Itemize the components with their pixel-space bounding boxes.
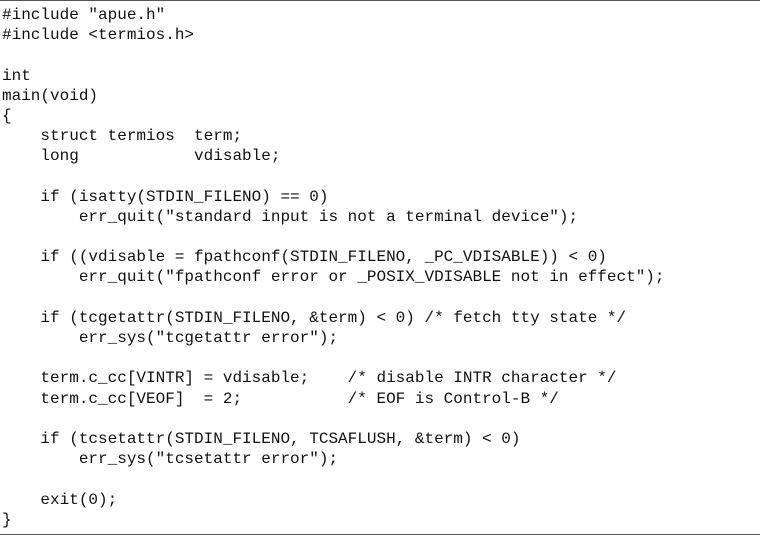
code-line-17: err_sys("tcgetattr error");	[2, 329, 339, 347]
code-line-10: if (isatty(STDIN_FILENO) == 0)	[2, 187, 329, 206]
code-line-26: }	[2, 510, 12, 529]
code-line-20: term.c_cc[VEOF] = 2; /* EOF is Control-B…	[2, 389, 559, 408]
code-line-8: long vdisable;	[2, 147, 281, 166]
code-line-16: if (tcgetattr(STDIN_FILENO, &term) < 0) …	[2, 308, 627, 327]
code-line-14: err_quit("fpathconf error or _POSIX_VDIS…	[2, 268, 665, 287]
code-line-6: {	[2, 106, 12, 125]
code-line-13: if ((vdisable = fpathconf(STDIN_FILENO, …	[2, 248, 607, 267]
code-line-7: struct termios term;	[2, 127, 243, 146]
code-listing: #include "apue.h" #include <termios.h> i…	[0, 0, 760, 535]
code-line-23: err_sys("tcsetattr error");	[2, 450, 339, 469]
code-line-25: exit(0);	[2, 490, 118, 509]
code-line-4: int	[2, 66, 31, 85]
code-block: #include "apue.h" #include <termios.h> i…	[2, 5, 665, 530]
code-line-5: main(void)	[2, 86, 99, 105]
code-line-1: #include "apue.h"	[2, 6, 166, 24]
code-line-11: err_quit("standard input is not a termin…	[2, 207, 579, 226]
code-line-2: #include <termios.h>	[2, 26, 195, 45]
code-line-22: if (tcsetattr(STDIN_FILENO, TCSAFLUSH, &…	[2, 429, 521, 448]
code-line-19: term.c_cc[VINTR] = vdisable; /* disable …	[2, 369, 617, 388]
